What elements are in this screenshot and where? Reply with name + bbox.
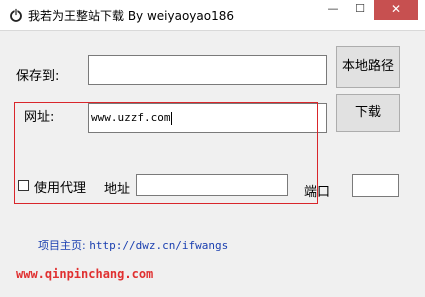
download-button[interactable]: 下载: [336, 94, 400, 132]
local-path-button[interactable]: 本地路径: [336, 46, 400, 88]
close-button[interactable]: ✕: [374, 0, 418, 20]
power-icon: [10, 8, 22, 22]
minimize-button[interactable]: —: [320, 0, 346, 20]
proxy-address-label: 地址: [104, 182, 131, 197]
use-proxy-checkbox[interactable]: [18, 180, 29, 191]
text-caret: [171, 111, 173, 125]
homepage-line: 项目主页: http://dwz.cn/ifwangs: [38, 237, 228, 253]
port-label: 端口: [304, 185, 331, 200]
window-title: 我若为王整站下载 By weiyaoyao186: [28, 9, 234, 23]
title-bar: 我若为王整站下载 By weiyaoyao186 — ☐ ✕: [0, 0, 425, 31]
url-label: 网址:: [24, 110, 55, 125]
maximize-button[interactable]: ☐: [347, 0, 373, 20]
watermark-text: www.qinpinchang.com: [16, 267, 154, 281]
use-proxy-label: 使用代理: [34, 181, 87, 196]
homepage-link[interactable]: http://dwz.cn/ifwangs: [89, 239, 228, 252]
homepage-label: 项目主页:: [38, 239, 86, 252]
url-value: www.uzzf.com: [91, 111, 171, 124]
proxy-port-field[interactable]: [352, 174, 399, 197]
save-path-field[interactable]: [88, 55, 327, 85]
save-to-label: 保存到:: [16, 69, 60, 84]
proxy-address-field[interactable]: [136, 174, 288, 196]
url-field[interactable]: www.uzzf.com: [88, 103, 327, 133]
